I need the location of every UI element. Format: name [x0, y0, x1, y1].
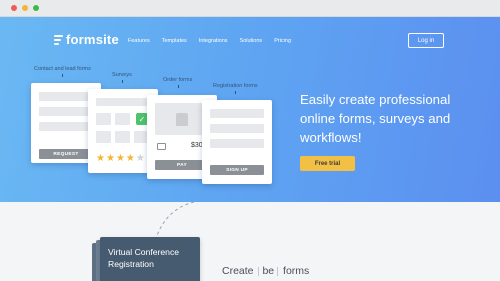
- pay-button[interactable]: PAY: [155, 160, 209, 170]
- nav-integrations[interactable]: Integrations: [199, 38, 228, 44]
- virtual-conference-template-card[interactable]: Virtual Conference Registration: [100, 237, 200, 281]
- registration-forms-label: Registration forms: [213, 83, 258, 94]
- login-button[interactable]: Log in: [408, 33, 444, 48]
- logo-icon: [54, 34, 63, 45]
- hero-headline: Easily create professional online forms,…: [300, 92, 451, 145]
- logo-text: formsite: [66, 32, 119, 47]
- nav-templates[interactable]: Templates: [162, 38, 187, 44]
- shopping-bag-icon: [176, 113, 188, 126]
- minimize-window-button[interactable]: [22, 5, 28, 11]
- request-button[interactable]: REQUEST: [39, 149, 93, 159]
- free-trial-button[interactable]: Free trial: [300, 156, 355, 171]
- star-rating[interactable]: ★★★★★: [96, 153, 146, 164]
- close-window-button[interactable]: [11, 5, 17, 11]
- credit-card-icon: [157, 143, 166, 150]
- star-icon[interactable]: ★: [126, 153, 136, 164]
- star-icon[interactable]: ★: [106, 153, 116, 164]
- browser-titlebar: [0, 0, 500, 17]
- registration-form-card: SIGN UP: [202, 100, 272, 184]
- nav-solutions[interactable]: Solutions: [240, 38, 263, 44]
- nav-pricing[interactable]: Pricing: [274, 38, 291, 44]
- sign-up-button[interactable]: SIGN UP: [210, 165, 264, 175]
- hero-section: formsite Features Templates Integrations…: [0, 17, 500, 202]
- formsite-logo[interactable]: formsite: [54, 32, 119, 47]
- dashed-connector: [155, 201, 195, 239]
- maximize-window-button[interactable]: [33, 5, 39, 11]
- create-forms-heading: Create be forms: [222, 265, 310, 277]
- nav-features[interactable]: Features: [128, 38, 150, 44]
- order-forms-label: Order forms: [163, 77, 193, 88]
- template-card-title: Virtual Conference Registration: [108, 247, 180, 269]
- star-icon[interactable]: ★: [116, 153, 126, 164]
- star-icon[interactable]: ★: [136, 153, 146, 164]
- star-icon[interactable]: ★: [96, 153, 106, 164]
- contact-forms-label: Contact and lead forms: [34, 66, 91, 77]
- main-nav: Features Templates Integrations Solution…: [128, 38, 303, 44]
- surveys-label: Surveys: [112, 72, 132, 83]
